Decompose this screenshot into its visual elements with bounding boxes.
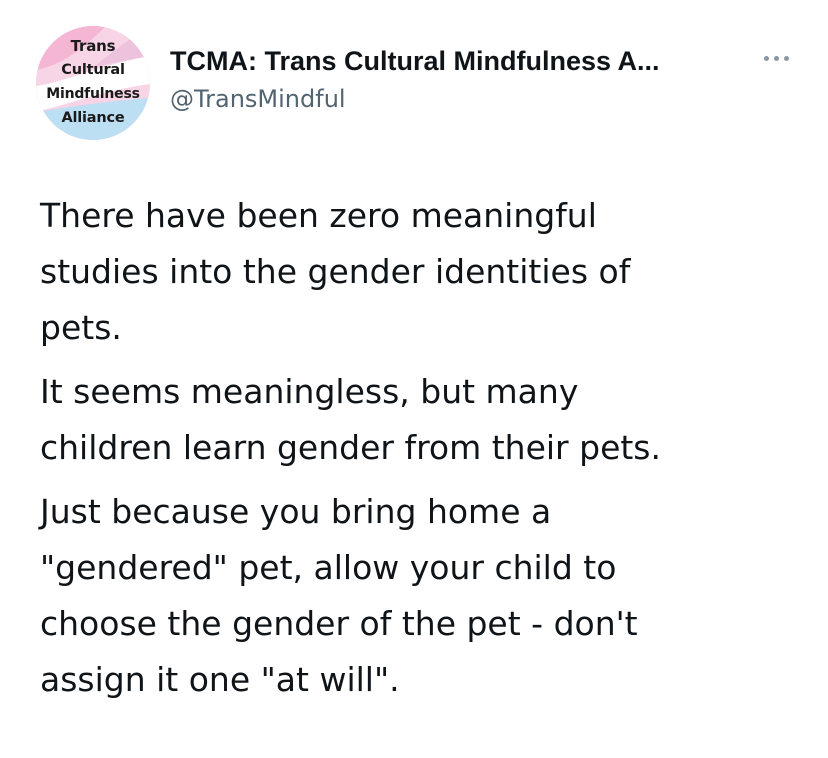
avatar-text-line: Alliance	[61, 110, 125, 126]
tweet-paragraph: Just because you bring home a "gendered"…	[40, 492, 638, 699]
avatar-text-line: Cultural	[61, 62, 125, 78]
avatar-text-line: Mindfulness	[46, 86, 140, 102]
author-info: TCMA: Trans Cultural Mindfulness A... @T…	[170, 44, 660, 116]
avatar[interactable]: Trans Cultural Mindfulness Alliance	[36, 26, 150, 140]
author-handle[interactable]: @TransMindful	[170, 82, 660, 116]
avatar-text-line: Trans	[70, 37, 116, 55]
avatar-logo-text: Trans Cultural Mindfulness Alliance	[36, 34, 150, 130]
tweet-card: Trans Cultural Mindfulness Alliance TCMA…	[0, 0, 828, 758]
author-display-name[interactable]: TCMA: Trans Cultural Mindfulness A...	[170, 44, 660, 78]
more-horizontal-icon[interactable]	[760, 48, 796, 68]
tweet-paragraph: There have been zero meaningful studies …	[40, 196, 631, 347]
tweet-text: There have been zero meaningful studies …	[40, 188, 800, 716]
tweet-paragraph: It seems meaningless, but many children …	[40, 372, 661, 467]
tweet-header: Trans Cultural Mindfulness Alliance TCMA…	[36, 26, 796, 142]
